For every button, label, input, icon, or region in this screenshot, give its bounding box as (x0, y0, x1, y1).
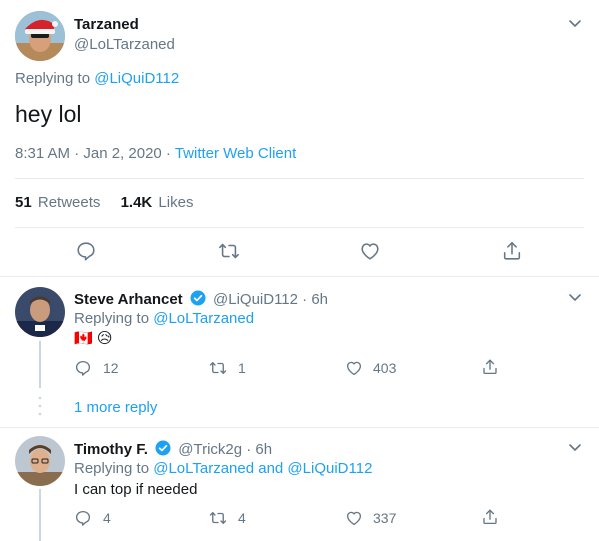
share-icon[interactable] (481, 358, 499, 376)
reply-icon[interactable] (75, 240, 97, 262)
display-name[interactable]: Timothy F. (74, 441, 148, 458)
share-icon[interactable] (501, 240, 523, 262)
like-icon[interactable] (345, 359, 363, 377)
retweets-stat[interactable]: 51 Retweets (15, 194, 105, 211)
tweet-text: hey lol (15, 101, 82, 127)
retweet-label: Retweets (37, 194, 101, 211)
reply-icon[interactable] (74, 359, 92, 377)
thread-line (39, 489, 41, 541)
retweet-icon[interactable] (208, 359, 228, 377)
reply-header: Timothy F. @Trick2g · 6h (74, 439, 272, 461)
divider (0, 276, 599, 277)
retweet-icon[interactable] (218, 240, 240, 262)
chevron-down-icon[interactable] (567, 439, 583, 455)
tweet-meta: 8:31 AM · Jan 2, 2020 · Twitter Web Clie… (15, 145, 296, 162)
retweet-count: 1 (238, 360, 246, 376)
reply-count: 4 (103, 510, 111, 526)
replying-to: Replying to @LoLTarzaned and @LiQuiD112 (74, 460, 372, 477)
avatar[interactable] (15, 11, 65, 61)
replying-to-link[interactable]: @LoLTarzaned and @LiQuiD112 (153, 460, 372, 477)
replying-to-label: Replying to (15, 70, 95, 87)
likes-stat[interactable]: 1.4K Likes (121, 194, 194, 211)
retweet-count: 4 (238, 510, 246, 526)
dotted-thread-icon (38, 396, 42, 416)
thread-line (39, 341, 41, 388)
like-count: 1.4K (120, 194, 153, 211)
like-label: Likes (158, 194, 194, 211)
share-icon[interactable] (481, 508, 499, 526)
replying-to-label: Replying to (74, 310, 154, 327)
tweet-text: 🇨🇦 😥 (74, 330, 113, 347)
tweet-text: I can top if needed (74, 481, 198, 498)
like-count: 337 (373, 510, 397, 526)
handle-time[interactable]: @Trick2g · 6h (178, 441, 272, 458)
divider (15, 178, 584, 179)
like-count: 403 (373, 360, 397, 376)
chevron-down-icon[interactable] (567, 15, 583, 31)
retweet-icon[interactable] (208, 509, 228, 527)
more-replies-link[interactable]: 1 more reply (74, 399, 157, 416)
display-name[interactable]: Steve Arhancet (74, 291, 183, 308)
divider (0, 427, 599, 428)
reply-icon[interactable] (74, 509, 92, 527)
retweet-count: 51 (15, 194, 32, 211)
replying-to: Replying to @LiQuiD112 (15, 70, 179, 87)
replying-to-link[interactable]: @LiQuiD112 (94, 70, 179, 87)
chevron-down-icon[interactable] (567, 289, 583, 305)
verified-icon (189, 289, 207, 311)
display-name[interactable]: Tarzaned (74, 16, 139, 33)
reply-header: Steve Arhancet @LiQuiD112 · 6h (74, 289, 328, 311)
like-icon[interactable] (359, 240, 381, 262)
avatar[interactable] (15, 436, 65, 486)
reply-count: 12 (103, 360, 119, 376)
timestamp[interactable]: 8:31 AM · Jan 2, 2020 · (15, 145, 175, 162)
like-icon[interactable] (345, 509, 363, 527)
handle[interactable]: @LoLTarzaned (74, 36, 175, 53)
engagement-stats: 51 Retweets 1.4K Likes (15, 194, 193, 211)
handle-time[interactable]: @LiQuiD112 · 6h (213, 291, 328, 308)
verified-icon (154, 439, 172, 461)
avatar[interactable] (15, 287, 65, 337)
replying-to: Replying to @LoLTarzaned (74, 310, 254, 327)
divider (15, 227, 584, 228)
replying-to-link[interactable]: @LoLTarzaned (153, 310, 254, 327)
client-link[interactable]: Twitter Web Client (175, 145, 296, 162)
replying-to-label: Replying to (74, 460, 154, 477)
